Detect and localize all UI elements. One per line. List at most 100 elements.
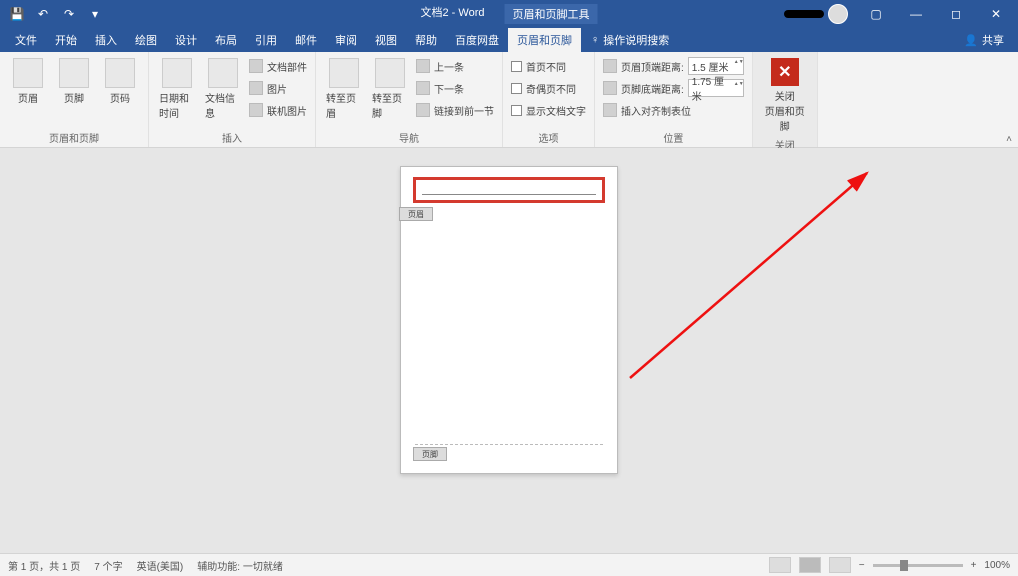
tab-review[interactable]: 审阅 bbox=[326, 28, 366, 52]
tab-references[interactable]: 引用 bbox=[246, 28, 286, 52]
undo-icon[interactable]: ↶ bbox=[34, 5, 52, 23]
footer-boundary bbox=[415, 444, 603, 445]
ribbon: 页眉 页脚 页码 页眉和页脚 日期和时间 文档信息 文档部件 图片 联机图片 插… bbox=[0, 52, 1018, 148]
ribbon-options-icon[interactable]: ▢ bbox=[858, 1, 894, 27]
group-label: 位置 bbox=[603, 128, 744, 145]
footer-button[interactable]: 页脚 bbox=[54, 56, 94, 107]
close-window-icon[interactable]: ✕ bbox=[978, 1, 1014, 27]
menu-bar: 文件 开始 插入 绘图 设计 布局 引用 邮件 审阅 视图 帮助 百度网盘 页眉… bbox=[0, 28, 1018, 52]
doc-info-button[interactable]: 文档信息 bbox=[203, 56, 243, 122]
link-previous-button[interactable]: 链接到前一节 bbox=[416, 100, 494, 120]
zoom-level[interactable]: 100% bbox=[984, 560, 1010, 571]
status-language[interactable]: 英语(美国) bbox=[137, 558, 184, 573]
user-name-redacted bbox=[784, 10, 824, 18]
doc-info-icon bbox=[208, 58, 238, 88]
quick-parts-button[interactable]: 文档部件 bbox=[249, 56, 307, 76]
link-icon bbox=[416, 103, 430, 117]
picture-icon bbox=[249, 81, 263, 95]
footer-distance-input[interactable]: 1.75 厘米▲▼ bbox=[688, 79, 744, 97]
spinner-icon[interactable]: ▲▼ bbox=[734, 59, 740, 73]
user-account[interactable] bbox=[784, 4, 848, 24]
goto-footer-button[interactable]: 转至页脚 bbox=[370, 56, 410, 122]
avatar bbox=[828, 4, 848, 24]
view-read-mode-icon[interactable] bbox=[769, 557, 791, 573]
date-time-button[interactable]: 日期和时间 bbox=[157, 56, 197, 122]
different-odd-even-check[interactable]: 奇偶页不同 bbox=[511, 78, 586, 98]
redo-icon[interactable]: ↷ bbox=[60, 5, 78, 23]
insert-align-tab-button[interactable]: 插入对齐制表位 bbox=[603, 100, 744, 120]
group-insert: 日期和时间 文档信息 文档部件 图片 联机图片 插入 bbox=[149, 52, 316, 147]
collapse-ribbon-icon[interactable]: ˄ bbox=[1006, 134, 1012, 145]
header-button[interactable]: 页眉 bbox=[8, 56, 48, 107]
spinner-icon[interactable]: ▲▼ bbox=[734, 81, 740, 95]
group-label: 导航 bbox=[324, 128, 494, 145]
tab-help[interactable]: 帮助 bbox=[406, 28, 446, 52]
tab-view[interactable]: 视图 bbox=[366, 28, 406, 52]
tab-home[interactable]: 开始 bbox=[46, 28, 86, 52]
document-title: 文档2 - Word bbox=[421, 4, 485, 24]
calendar-icon bbox=[162, 58, 192, 88]
group-position: 页眉顶端距离:1.5 厘米▲▼ 页脚底端距离:1.75 厘米▲▼ 插入对齐制表位… bbox=[595, 52, 753, 147]
group-navigation: 转至页眉 转至页脚 上一条 下一条 链接到前一节 导航 bbox=[316, 52, 503, 147]
previous-button[interactable]: 上一条 bbox=[416, 56, 494, 76]
status-bar: 第 1 页，共 1 页 7 个字 英语(美国) 辅助功能: 一切就绪 − + 1… bbox=[0, 553, 1018, 576]
goto-header-icon bbox=[329, 58, 359, 88]
footer-distance-row: 页脚底端距离:1.75 厘米▲▼ bbox=[603, 78, 744, 98]
tab-header-footer[interactable]: 页眉和页脚 bbox=[508, 28, 581, 52]
different-first-page-check[interactable]: 首页不同 bbox=[511, 56, 586, 76]
zoom-thumb[interactable] bbox=[900, 560, 908, 571]
tab-file[interactable]: 文件 bbox=[6, 28, 46, 52]
group-label: 插入 bbox=[157, 128, 307, 145]
next-icon bbox=[416, 81, 430, 95]
align-tab-icon bbox=[603, 103, 617, 117]
status-word-count[interactable]: 7 个字 bbox=[94, 558, 122, 573]
group-label: 选项 bbox=[511, 128, 586, 145]
status-page[interactable]: 第 1 页，共 1 页 bbox=[8, 558, 80, 573]
header-icon bbox=[13, 58, 43, 88]
show-doc-text-check[interactable]: 显示文档文字 bbox=[511, 100, 586, 120]
quick-parts-icon bbox=[249, 59, 263, 73]
close-icon: ✕ bbox=[771, 58, 799, 86]
save-icon[interactable]: 💾 bbox=[8, 5, 26, 23]
close-header-footer-button[interactable]: ✕ 关闭 页眉和页脚 bbox=[761, 56, 809, 135]
minimize-icon[interactable]: — bbox=[898, 1, 934, 27]
zoom-out-icon[interactable]: − bbox=[859, 560, 865, 571]
footer-tag: 页脚 bbox=[413, 447, 447, 461]
online-picture-icon bbox=[249, 103, 263, 117]
zoom-slider[interactable] bbox=[873, 564, 963, 567]
tab-design[interactable]: 设计 bbox=[166, 28, 206, 52]
view-web-layout-icon[interactable] bbox=[829, 557, 851, 573]
checkbox-icon bbox=[511, 61, 522, 72]
footer-icon bbox=[59, 58, 89, 88]
tab-draw[interactable]: 绘图 bbox=[126, 28, 166, 52]
tab-layout[interactable]: 布局 bbox=[206, 28, 246, 52]
document-area: 页眉 页脚 bbox=[0, 148, 1018, 553]
header-highlight-annotation bbox=[413, 177, 605, 203]
status-accessibility[interactable]: 辅助功能: 一切就绪 bbox=[197, 558, 283, 573]
header-distance-icon bbox=[603, 59, 617, 73]
tell-me-search[interactable]: ♀ 操作说明搜索 bbox=[591, 32, 669, 48]
view-print-layout-icon[interactable] bbox=[799, 557, 821, 573]
group-options: 首页不同 奇偶页不同 显示文档文字 选项 bbox=[503, 52, 595, 147]
tab-mailings[interactable]: 邮件 bbox=[286, 28, 326, 52]
tab-baidu[interactable]: 百度网盘 bbox=[446, 28, 508, 52]
previous-icon bbox=[416, 59, 430, 73]
checkbox-icon bbox=[511, 105, 522, 116]
goto-footer-icon bbox=[375, 58, 405, 88]
goto-header-button[interactable]: 转至页眉 bbox=[324, 56, 364, 122]
page-number-icon bbox=[105, 58, 135, 88]
tab-insert[interactable]: 插入 bbox=[86, 28, 126, 52]
share-button[interactable]: 👤 共享 bbox=[964, 32, 1018, 48]
zoom-in-icon[interactable]: + bbox=[971, 560, 977, 571]
header-tag: 页眉 bbox=[399, 207, 433, 221]
picture-button[interactable]: 图片 bbox=[249, 78, 307, 98]
group-close: ✕ 关闭 页眉和页脚 关闭 bbox=[753, 52, 818, 147]
next-button[interactable]: 下一条 bbox=[416, 78, 494, 98]
online-picture-button[interactable]: 联机图片 bbox=[249, 100, 307, 120]
qat-customize-icon[interactable]: ▾ bbox=[86, 5, 104, 23]
lightbulb-icon: ♀ bbox=[591, 34, 599, 46]
page-number-button[interactable]: 页码 bbox=[100, 56, 140, 107]
maximize-icon[interactable]: ◻ bbox=[938, 1, 974, 27]
checkbox-icon bbox=[511, 83, 522, 94]
document-page[interactable]: 页眉 页脚 bbox=[400, 166, 618, 474]
